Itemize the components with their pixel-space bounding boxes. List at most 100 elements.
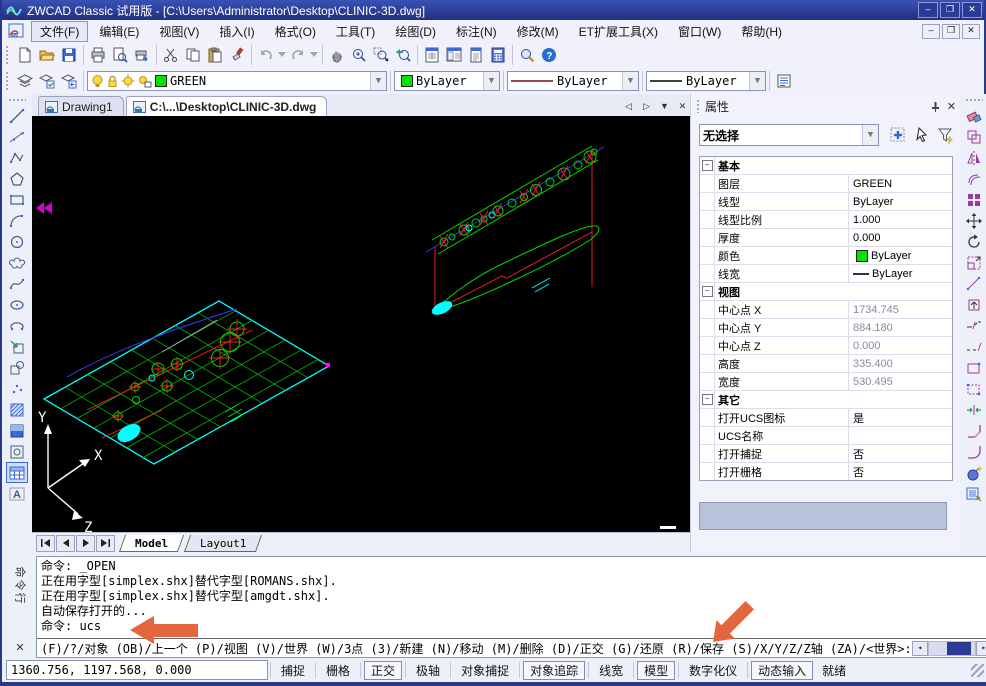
panel-close-icon[interactable]: ✕	[947, 100, 956, 113]
edit-polyline-button[interactable]	[963, 357, 985, 378]
match-properties-button[interactable]	[963, 483, 985, 504]
toolbar-grip[interactable]	[5, 45, 10, 65]
collapse-icon[interactable]: −	[702, 286, 713, 297]
erase-button[interactable]	[963, 105, 985, 126]
properties-palette-button[interactable]	[421, 44, 443, 66]
line-button[interactable]	[6, 105, 28, 126]
mirror-button[interactable]	[963, 147, 985, 168]
color-control-combo[interactable]: ByLayer ▼	[394, 71, 500, 91]
extend-button[interactable]	[963, 294, 985, 315]
command-window-titlebar[interactable]: 命令行 ✕	[4, 556, 36, 658]
scroll-right-icon[interactable]: ▸	[976, 641, 986, 656]
scroll-left-icon[interactable]: ◂	[912, 641, 928, 656]
point-button[interactable]	[6, 378, 28, 399]
format-painter-button[interactable]	[226, 44, 248, 66]
select-objects-button[interactable]	[911, 124, 933, 146]
toolbar-grip[interactable]	[965, 98, 983, 103]
undo-dropdown[interactable]	[277, 44, 287, 66]
array-button[interactable]	[963, 189, 985, 210]
toolbar-grip[interactable]	[5, 71, 10, 91]
scrollbar-track[interactable]	[928, 641, 976, 656]
gradient-button[interactable]	[6, 420, 28, 441]
spline-button[interactable]	[6, 273, 28, 294]
menu-draw[interactable]: 绘图(D)	[386, 21, 445, 42]
window-close-button[interactable]: ✕	[962, 2, 982, 18]
property-row-center-y[interactable]: 中心点 Y884.180	[700, 319, 952, 337]
toggle-value-filter-button[interactable]	[935, 124, 957, 146]
mdi-minimize-button[interactable]: –	[922, 24, 940, 39]
explode-button[interactable]	[963, 462, 985, 483]
menu-format[interactable]: 格式(O)	[266, 21, 325, 42]
tab-close-button[interactable]: ✕	[675, 99, 690, 114]
multiline-text-button[interactable]: A	[6, 483, 28, 504]
dynamic-input-toggle[interactable]: 动态输入	[751, 661, 813, 680]
layer-states-manager-button[interactable]	[36, 70, 58, 92]
polyline-button[interactable]	[6, 147, 28, 168]
arc-button[interactable]	[6, 210, 28, 231]
command-history[interactable]: 命令: _OPEN 正在用字型[simplex.shx]替代字型[ROMANS.…	[37, 557, 986, 638]
menu-help[interactable]: 帮助(H)	[732, 21, 791, 42]
osnap-toggle[interactable]: 对象捕捉	[454, 661, 516, 680]
selection-combo-dropdown[interactable]: ▼	[862, 125, 878, 145]
property-row-grid-on[interactable]: 打开栅格否	[700, 463, 952, 480]
pin-icon[interactable]	[930, 101, 941, 112]
polar-toggle[interactable]: 极轴	[409, 661, 447, 680]
menu-insert[interactable]: 插入(I)	[210, 21, 263, 42]
find-button[interactable]	[516, 44, 538, 66]
menu-file[interactable]: 文件(F)	[31, 21, 88, 42]
zoom-previous-button[interactable]	[392, 44, 414, 66]
tab-previous-button[interactable]	[56, 535, 75, 552]
print-button[interactable]	[87, 44, 109, 66]
chamfer-button[interactable]	[963, 420, 985, 441]
plot-style-button[interactable]	[773, 70, 795, 92]
undo-button[interactable]	[255, 44, 277, 66]
menu-view[interactable]: 视图(V)	[150, 21, 208, 42]
polygon-button[interactable]	[6, 168, 28, 189]
copy-object-button[interactable]	[963, 126, 985, 147]
tab-menu-button[interactable]: ▼	[657, 99, 672, 114]
collapse-icon[interactable]: −	[702, 160, 713, 171]
design-center-button[interactable]	[443, 44, 465, 66]
scale-button[interactable]	[963, 252, 985, 273]
drawing-canvas[interactable]: Y X Z	[32, 116, 690, 532]
make-block-button[interactable]	[6, 357, 28, 378]
publish-button[interactable]	[131, 44, 153, 66]
quick-calc-button[interactable]	[487, 44, 509, 66]
menu-modify[interactable]: 修改(M)	[508, 21, 568, 42]
linetype-control-combo[interactable]: ByLayer ▼	[507, 71, 639, 91]
ortho-toggle[interactable]: 正交	[364, 661, 402, 680]
model-tab[interactable]: Model	[119, 535, 184, 552]
menu-window[interactable]: 窗口(W)	[669, 21, 730, 42]
join-button[interactable]	[963, 399, 985, 420]
command-window-close-icon[interactable]: ✕	[15, 641, 24, 654]
offset-button[interactable]	[963, 168, 985, 189]
collapse-icon[interactable]: −	[702, 394, 713, 405]
doc-tab-clinic-3d[interactable]: C:\...\Desktop\CLINIC-3D.dwg	[126, 96, 328, 116]
paste-button[interactable]	[204, 44, 226, 66]
help-button[interactable]: ?	[538, 44, 560, 66]
new-button[interactable]	[14, 44, 36, 66]
window-maximize-button[interactable]: ❒	[940, 2, 960, 18]
section-row-view[interactable]: −视图	[700, 283, 952, 301]
mdi-restore-button[interactable]: ❒	[942, 24, 960, 39]
layer-combo-dropdown[interactable]: ▼	[370, 72, 386, 90]
redo-button[interactable]	[287, 44, 309, 66]
grid-toggle[interactable]: 栅格	[319, 661, 357, 680]
pan-button[interactable]	[326, 44, 348, 66]
redo-dropdown[interactable]	[309, 44, 319, 66]
rotate-button[interactable]	[963, 231, 985, 252]
layer-control-combo[interactable]: GREEN ▼	[87, 71, 387, 91]
property-row-thickness[interactable]: 厚度0.000	[700, 229, 952, 247]
save-button[interactable]	[58, 44, 80, 66]
mdi-close-button[interactable]: ✕	[962, 24, 980, 39]
ellipse-button[interactable]	[6, 294, 28, 315]
property-row-width[interactable]: 宽度530.495	[700, 373, 952, 391]
quick-select-button[interactable]	[887, 124, 909, 146]
rectangle-button[interactable]	[6, 189, 28, 210]
property-row-linetype[interactable]: 线型ByLayer	[700, 193, 952, 211]
move-button[interactable]	[963, 210, 985, 231]
property-row-center-x[interactable]: 中心点 X1734.745	[700, 301, 952, 319]
tab-last-button[interactable]	[96, 535, 115, 552]
lineweight-combo-dropdown[interactable]: ▼	[749, 72, 765, 90]
circle-button[interactable]	[6, 231, 28, 252]
